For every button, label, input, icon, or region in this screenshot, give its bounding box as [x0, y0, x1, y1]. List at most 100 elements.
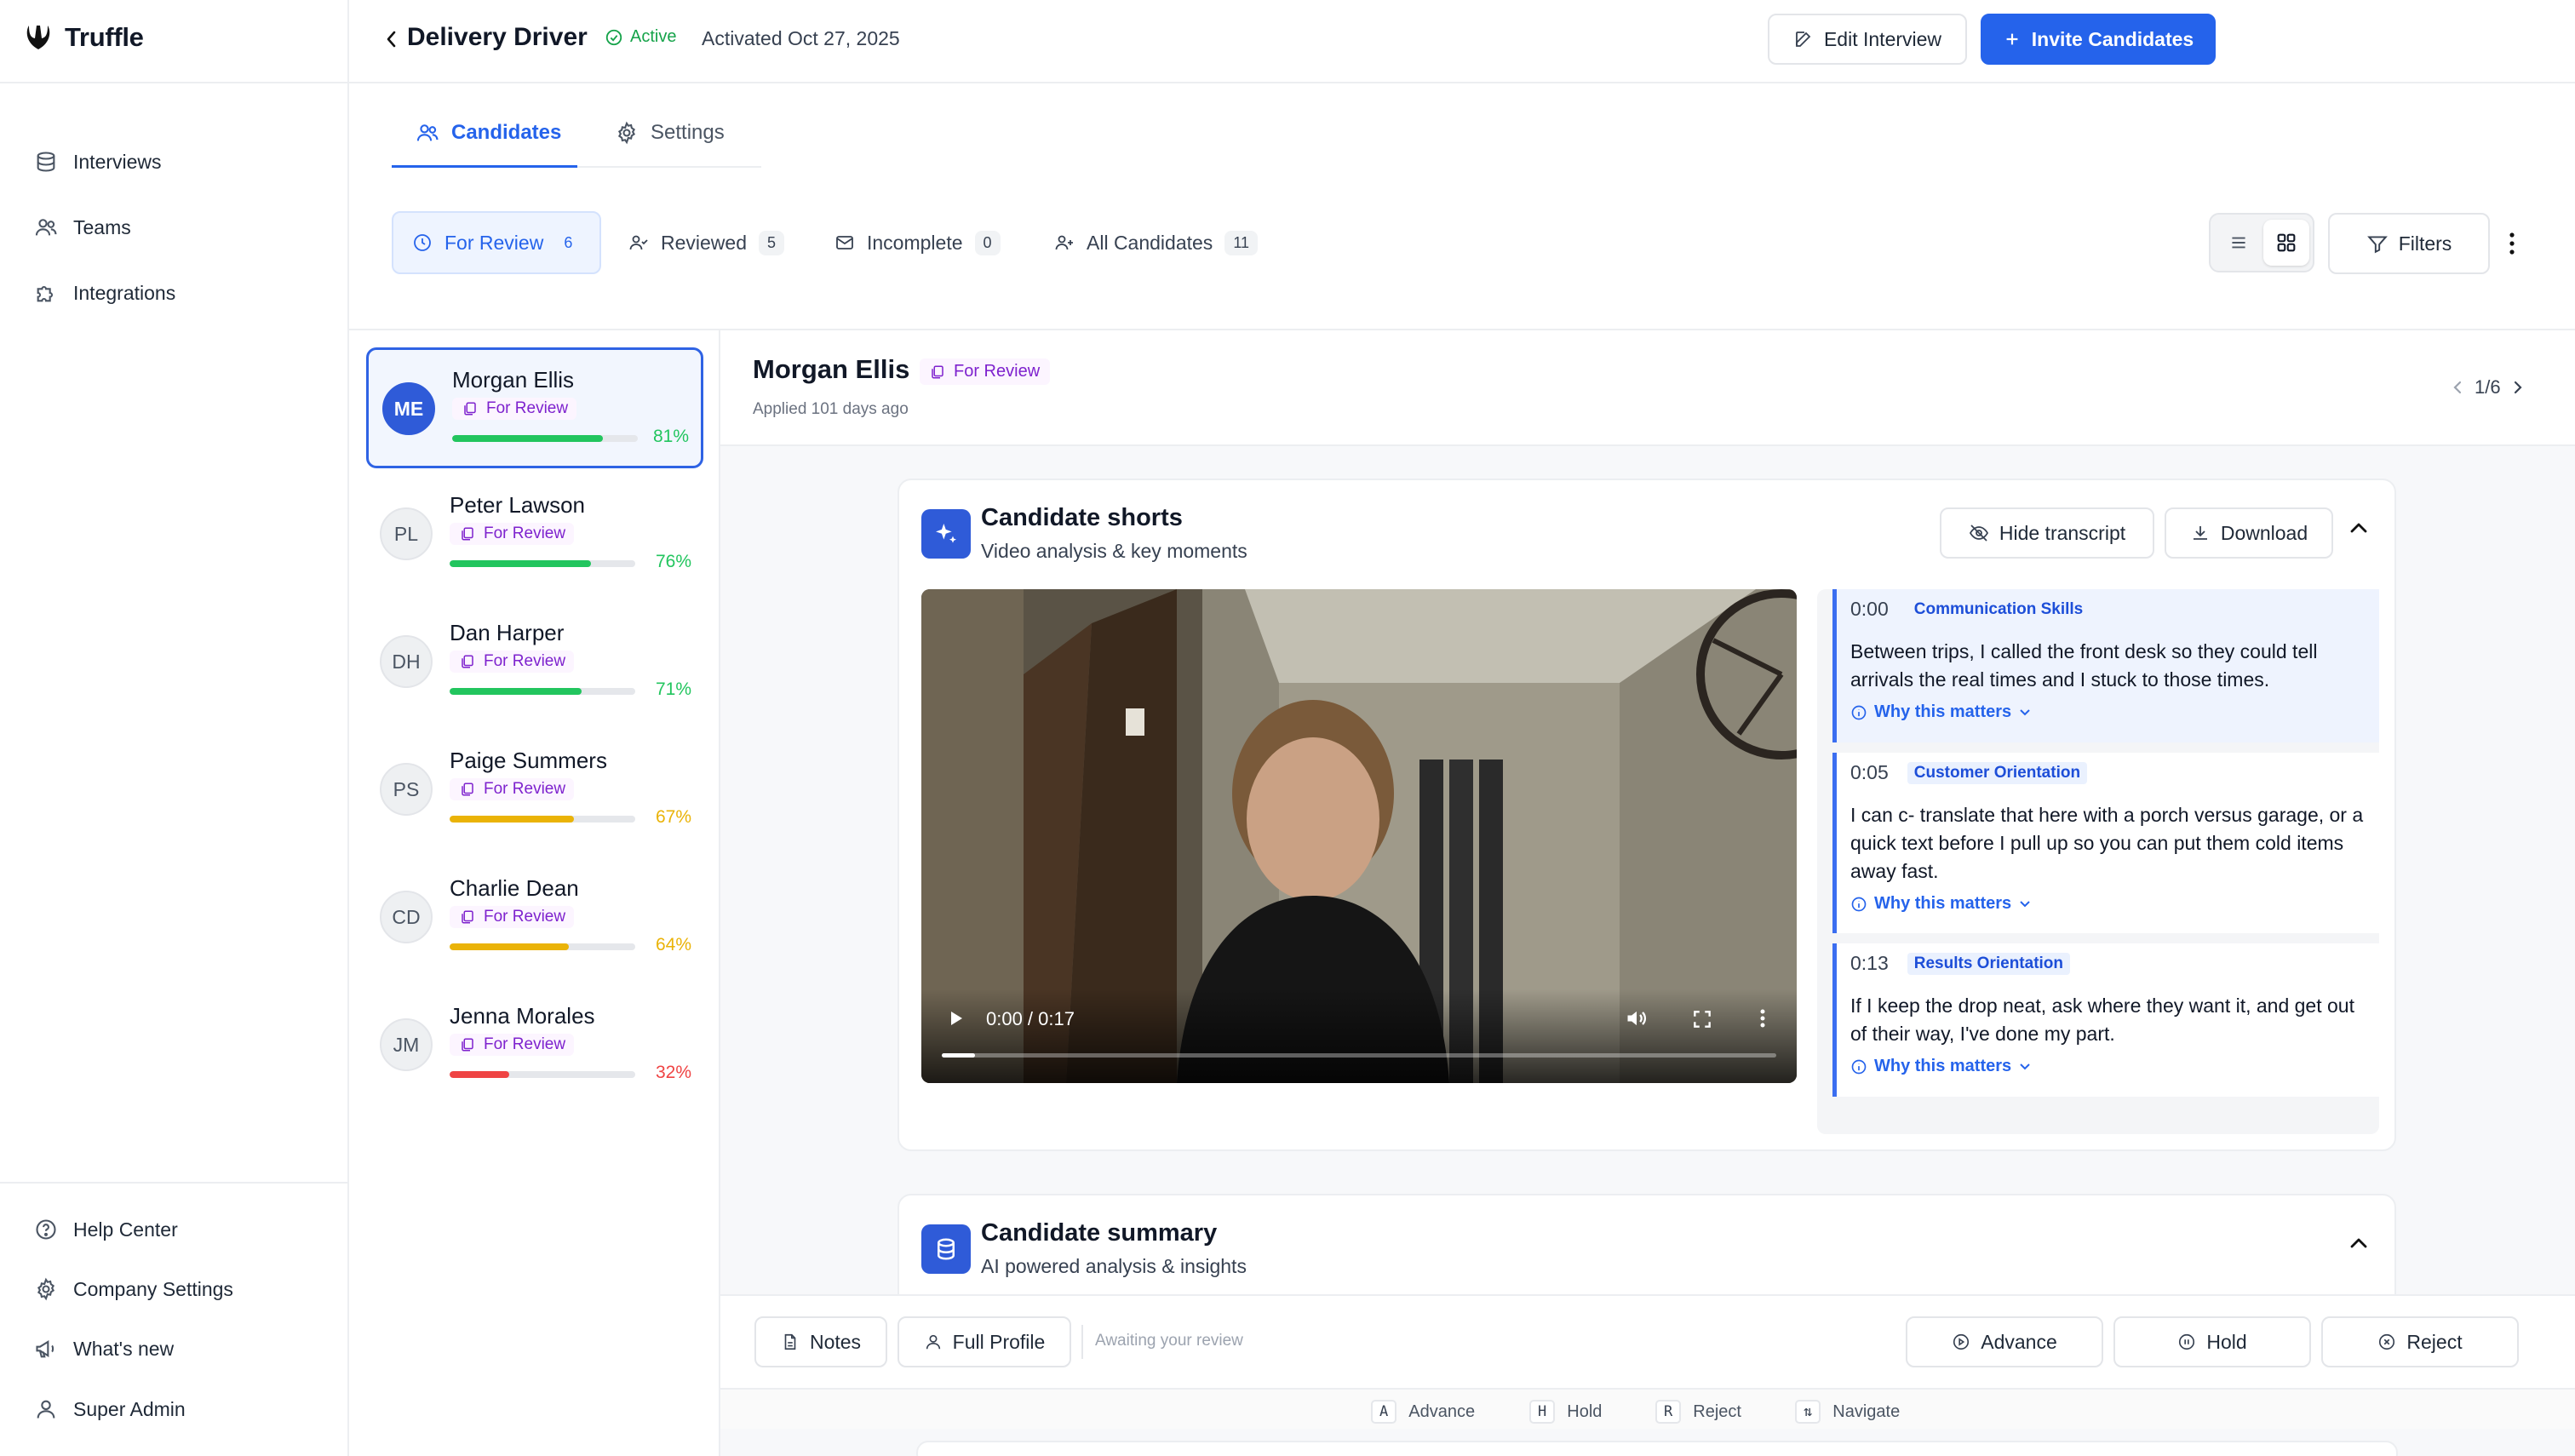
shortcut-key: H	[1529, 1400, 1556, 1424]
chevron-down-icon	[2018, 899, 2032, 909]
review-icon	[462, 401, 478, 416]
nav-integrations[interactable]: Integrations	[34, 281, 175, 305]
candidate-card[interactable]: CD Charlie Dean For Review 64%	[366, 858, 703, 979]
shortcut-navigate: ⇅ Navigate	[1795, 1400, 1900, 1424]
score-percent: 81%	[652, 427, 689, 446]
nav-teams[interactable]: Teams	[34, 215, 131, 239]
filter-reviewed[interactable]: Reviewed 5	[628, 211, 785, 274]
help-icon	[34, 1218, 58, 1241]
review-status-text: Awaiting your review	[1095, 1332, 1243, 1350]
reject-button[interactable]: Reject	[2321, 1316, 2519, 1367]
nav-interviews[interactable]: Interviews	[34, 150, 162, 174]
filter-label: Incomplete	[867, 231, 963, 254]
top-bar: Delivery Driver Active Activated Oct 27,…	[349, 0, 2575, 83]
hide-transcript-button[interactable]: Hide transcript	[1940, 507, 2154, 559]
transcript-segment[interactable]: 0:00 Communication Skills Between trips,…	[1832, 589, 2379, 742]
nav-label: What's new	[73, 1337, 175, 1360]
candidate-card[interactable]: DH Dan Harper For Review 71%	[366, 603, 703, 724]
filter-count: 5	[759, 230, 785, 255]
edit-interview-button[interactable]: Edit Interview	[1768, 14, 1967, 65]
status-label: For Review	[486, 399, 569, 417]
avatar: ME	[382, 382, 435, 435]
shortcut-advance: A Advance	[1371, 1400, 1475, 1424]
shortcut-key: A	[1371, 1400, 1397, 1424]
filter-count: 6	[564, 233, 573, 251]
skill-tag: Communication Skills	[1913, 599, 2084, 618]
nav-label: Company Settings	[73, 1277, 233, 1300]
score-bar	[450, 560, 635, 567]
filter-label: Reviewed	[661, 231, 747, 254]
why-this-matters-toggle[interactable]: Why this matters	[1850, 1057, 2366, 1076]
filter-for-review[interactable]: For Review 6	[392, 211, 601, 274]
fullscreen-icon[interactable]	[1691, 1008, 1713, 1030]
candidate-card[interactable]: PL Peter Lawson For Review 76%	[366, 475, 703, 596]
candidate-card[interactable]: JM Jenna Morales For Review 32%	[366, 986, 703, 1107]
avatar: JM	[380, 1018, 433, 1071]
video-progress[interactable]	[942, 1053, 1776, 1058]
filter-all-candidates[interactable]: All Candidates 11	[1054, 211, 1258, 274]
transcript-segment[interactable]: 0:13 Results Orientation If I keep the d…	[1832, 943, 2379, 1097]
transcript-segment[interactable]: 0:05 Customer Orientation I can c- trans…	[1832, 753, 2379, 933]
nav-label: Interviews	[73, 150, 162, 173]
divider	[1081, 1325, 1083, 1359]
megaphone-icon	[34, 1337, 58, 1361]
why-this-matters-toggle[interactable]: Why this matters	[1850, 894, 2366, 914]
hide-transcript-label: Hide transcript	[1999, 521, 2126, 544]
why-label: Why this matters	[1874, 894, 2012, 913]
download-button[interactable]: Download	[2165, 507, 2333, 559]
advance-button[interactable]: Advance	[1906, 1316, 2103, 1367]
more-options-icon[interactable]	[2503, 228, 2521, 259]
segment-time: 0:05	[1850, 761, 1889, 783]
candidate-name: Charlie Dean	[450, 875, 579, 901]
video-player[interactable]: 0:00 / 0:17	[921, 589, 1797, 1083]
segment-text: If I keep the drop neat, ask where they …	[1850, 995, 2354, 1045]
tab-candidates[interactable]: Candidates	[416, 121, 561, 145]
list-view-button[interactable]	[2217, 221, 2260, 264]
full-profile-label: Full Profile	[952, 1330, 1046, 1353]
nav-super-admin[interactable]: Super Admin	[34, 1397, 186, 1421]
status-label: For Review	[954, 362, 1041, 381]
nav-label: Teams	[73, 215, 131, 238]
shortcut-label: Advance	[1408, 1402, 1476, 1421]
volume-icon[interactable]	[1625, 1006, 1649, 1030]
avatar: CD	[380, 891, 433, 943]
chevron-up-icon[interactable]	[2348, 1236, 2369, 1250]
notes-button[interactable]: Notes	[754, 1316, 887, 1367]
score-percent: 67%	[655, 807, 691, 827]
nav-label: Help Center	[73, 1218, 178, 1241]
hold-button[interactable]: Hold	[2113, 1316, 2311, 1367]
score-bar	[450, 1071, 635, 1078]
tab-settings[interactable]: Settings	[615, 121, 725, 145]
avatar: PS	[380, 763, 433, 816]
review-action-bar: Notes Full Profile Awaiting your review …	[720, 1294, 2575, 1388]
x-circle-icon	[2377, 1333, 2396, 1351]
nav-whats-new[interactable]: What's new	[34, 1337, 174, 1361]
avatar: PL	[380, 507, 433, 560]
why-this-matters-toggle[interactable]: Why this matters	[1850, 702, 2366, 722]
brand-logo[interactable]: Truffle	[26, 22, 144, 53]
filter-icon	[2366, 232, 2389, 255]
chevron-left-icon[interactable]	[2452, 379, 2463, 396]
candidate-card[interactable]: ME Morgan Ellis For Review 81%	[366, 347, 703, 468]
filters-button[interactable]: Filters	[2328, 213, 2490, 274]
truffle-logo-icon	[26, 24, 51, 51]
grid-view-button[interactable]	[2263, 220, 2309, 266]
full-profile-button[interactable]: Full Profile	[898, 1316, 1071, 1367]
video-more-icon[interactable]	[1758, 1006, 1768, 1030]
back-chevron-icon[interactable]	[383, 27, 399, 51]
play-circle-icon	[1952, 1333, 1970, 1351]
nav-company-settings[interactable]: Company Settings	[34, 1277, 233, 1301]
filter-label: All Candidates	[1087, 231, 1213, 254]
score-bar-fill	[450, 943, 569, 950]
invite-candidates-button[interactable]: Invite Candidates	[1981, 14, 2216, 65]
video-controls: 0:00 / 0:17	[921, 989, 1797, 1083]
nav-help-center[interactable]: Help Center	[34, 1218, 178, 1241]
filter-incomplete[interactable]: Incomplete 0	[834, 211, 1001, 274]
chevron-up-icon[interactable]	[2348, 521, 2369, 535]
segment-text: I can c- translate that here with a porc…	[1850, 804, 2364, 882]
candidate-card[interactable]: PS Paige Summers For Review 67%	[366, 731, 703, 851]
chevron-right-icon[interactable]	[2513, 379, 2523, 396]
divider	[0, 82, 349, 83]
play-icon[interactable]	[945, 1008, 966, 1029]
mail-icon	[834, 232, 855, 253]
